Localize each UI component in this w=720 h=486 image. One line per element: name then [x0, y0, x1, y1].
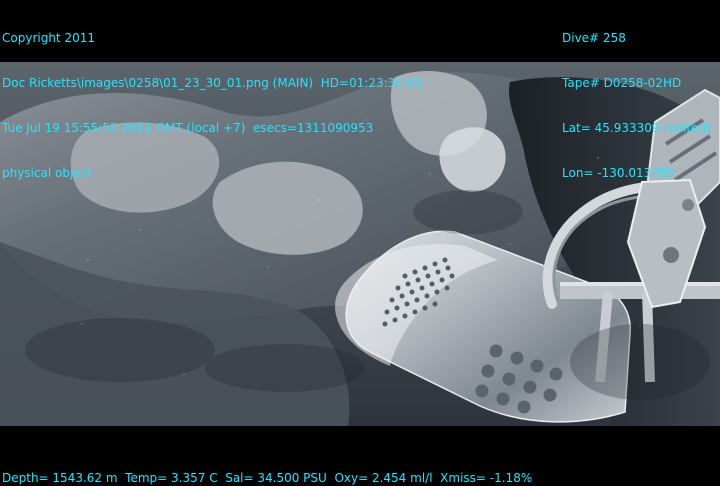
- timestamp-line: Tue Jul 19 15:55:53 2011 GMT (local +7) …: [2, 121, 374, 135]
- dive-number-line: Dive# 258: [562, 31, 626, 45]
- top-metadata-bar: Copyright 2011 Doc Ricketts\images\0258\…: [0, 0, 720, 180]
- right-metadata-text: Dive# 258 Tape# D0258-02HD Lat= 45.93330…: [562, 1, 711, 211]
- longitude-line: Lon= -130.013785: [562, 166, 675, 180]
- copyright-line: Copyright 2011: [2, 31, 95, 45]
- left-metadata-text: Copyright 2011 Doc Ricketts\images\0258\…: [2, 1, 422, 211]
- classification-line: physical object: [2, 166, 92, 180]
- bottom-sensor-bar: Depth= 1543.62 m Temp= 3.357 C Sal= 34.5…: [0, 426, 720, 486]
- video-frame: Copyright 2011 Doc Ricketts\images\0258\…: [0, 0, 720, 486]
- image-path-line: Doc Ricketts\images\0258\01_23_30_01.png…: [2, 76, 423, 90]
- sensor-readout-line: Depth= 1543.62 m Temp= 3.357 C Sal= 34.5…: [2, 471, 533, 485]
- tape-number-line: Tape# D0258-02HD: [562, 76, 682, 90]
- latitude-line: Lat= 45.933309 (edited): [562, 121, 711, 135]
